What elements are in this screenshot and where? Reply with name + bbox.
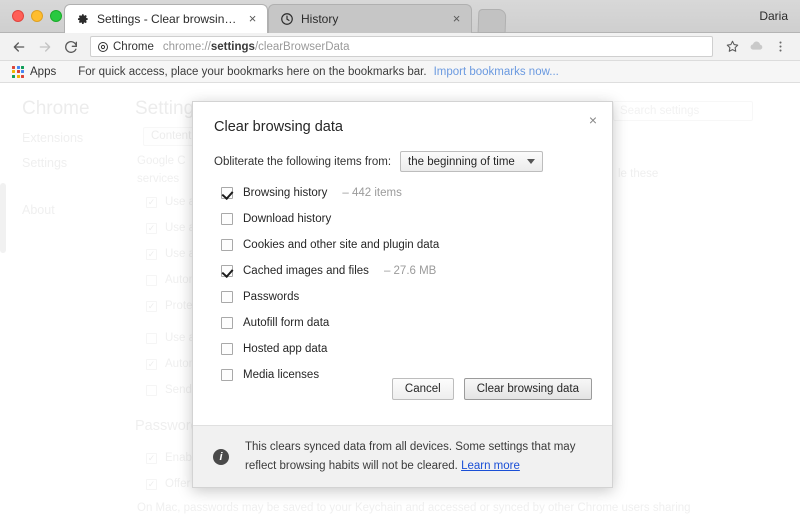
checkbox-label: Media licenses	[243, 369, 319, 381]
clear-browsing-data-button[interactable]: Clear browsing data	[464, 378, 592, 400]
checkbox-label: Hosted app data	[243, 343, 327, 355]
checkbox-row-download-history[interactable]: Download history	[221, 206, 591, 232]
dialog-footer: i This clears synced data from all devic…	[193, 425, 612, 487]
close-icon[interactable]: ×	[246, 13, 259, 26]
forward-icon[interactable]	[32, 34, 58, 60]
checkbox-row-passwords[interactable]: Passwords	[221, 284, 591, 310]
checkbox-meta: – 442 items	[342, 187, 401, 199]
checkbox-label: Cached images and files	[243, 265, 369, 277]
checkbox-label: Passwords	[243, 291, 299, 303]
time-range-value: the beginning of time	[408, 156, 515, 168]
url-prefix: chrome://	[163, 41, 211, 53]
checkbox-icon[interactable]	[221, 213, 233, 225]
cancel-button[interactable]: Cancel	[392, 378, 454, 400]
import-bookmarks-link[interactable]: Import bookmarks now...	[434, 66, 559, 78]
chevron-down-icon	[527, 159, 535, 164]
tab-history[interactable]: History ×	[268, 4, 472, 33]
maximize-window-button[interactable]	[50, 10, 62, 22]
footer-message: This clears synced data from all devices…	[245, 441, 575, 472]
clear-browsing-data-dialog: × Clear browsing data Obliterate the fol…	[192, 101, 613, 488]
checkbox-icon[interactable]	[221, 265, 233, 277]
bookmark-star-icon[interactable]	[720, 35, 744, 59]
window-controls	[12, 10, 62, 22]
user-name-label[interactable]: Daria	[759, 9, 788, 23]
checkbox-label: Cookies and other site and plugin data	[243, 239, 439, 251]
url-suffix: /clearBrowserData	[255, 41, 350, 53]
chrome-logo-icon	[97, 41, 109, 53]
dialog-actions: Cancel Clear browsing data	[392, 378, 592, 400]
menu-icon[interactable]	[768, 35, 792, 59]
new-tab-button[interactable]	[478, 9, 507, 33]
site-identity: Chrome	[97, 41, 154, 53]
close-icon[interactable]: ×	[585, 113, 601, 129]
gear-icon	[76, 12, 90, 26]
checkbox-meta: – 27.6 MB	[384, 265, 436, 277]
tab-settings[interactable]: Settings - Clear browsing data ×	[64, 4, 268, 33]
info-icon: i	[213, 449, 229, 465]
apps-grid-icon[interactable]	[12, 66, 24, 78]
bookmarks-hint: For quick access, place your bookmarks h…	[78, 66, 426, 78]
learn-more-link[interactable]: Learn more	[461, 460, 520, 472]
tab-title: History	[301, 12, 445, 26]
apps-label[interactable]: Apps	[30, 66, 56, 78]
footer-text: This clears synced data from all devices…	[245, 438, 592, 476]
checkbox-label: Download history	[243, 213, 331, 225]
profile-icon[interactable]	[744, 35, 768, 59]
checkbox-label: Browsing history	[243, 187, 327, 199]
checkbox-icon[interactable]	[221, 291, 233, 303]
checkbox-icon[interactable]	[221, 317, 233, 329]
checkbox-row-autofill[interactable]: Autofill form data	[221, 310, 591, 336]
address-bar[interactable]: Chrome chrome://settings/clearBrowserDat…	[90, 36, 713, 57]
dialog-title: Clear browsing data	[214, 119, 343, 135]
time-range-select[interactable]: the beginning of time	[400, 151, 543, 172]
back-icon[interactable]	[6, 34, 32, 60]
time-range-label: Obliterate the following items from:	[214, 156, 391, 168]
checkbox-label: Autofill form data	[243, 317, 329, 329]
tab-bar: Settings - Clear browsing data × History…	[0, 0, 800, 33]
checkbox-icon[interactable]	[221, 187, 233, 199]
time-range-row: Obliterate the following items from: the…	[214, 151, 543, 172]
url-bold: settings	[211, 41, 255, 53]
checkbox-row-browsing-history[interactable]: Browsing history – 442 items	[221, 180, 591, 206]
checkbox-row-cookies[interactable]: Cookies and other site and plugin data	[221, 232, 591, 258]
checkbox-icon[interactable]	[221, 343, 233, 355]
checkbox-icon[interactable]	[221, 369, 233, 381]
tab-title: Settings - Clear browsing data	[97, 12, 241, 26]
clock-icon	[280, 12, 294, 26]
browser-window: Settings - Clear browsing data × History…	[0, 0, 800, 518]
reload-icon[interactable]	[58, 34, 84, 60]
close-icon[interactable]: ×	[450, 13, 463, 26]
close-window-button[interactable]	[12, 10, 24, 22]
checkbox-row-hosted-app-data[interactable]: Hosted app data	[221, 336, 591, 362]
data-type-checklist: Browsing history – 442 items Download hi…	[221, 180, 591, 388]
site-identity-label: Chrome	[113, 41, 154, 53]
checkbox-row-cached-images[interactable]: Cached images and files – 27.6 MB	[221, 258, 591, 284]
url-text: chrome://settings/clearBrowserData	[163, 41, 350, 53]
minimize-window-button[interactable]	[31, 10, 43, 22]
browser-toolbar: Chrome chrome://settings/clearBrowserDat…	[0, 33, 800, 61]
checkbox-icon[interactable]	[221, 239, 233, 251]
bookmarks-bar: Apps For quick access, place your bookma…	[0, 61, 800, 83]
